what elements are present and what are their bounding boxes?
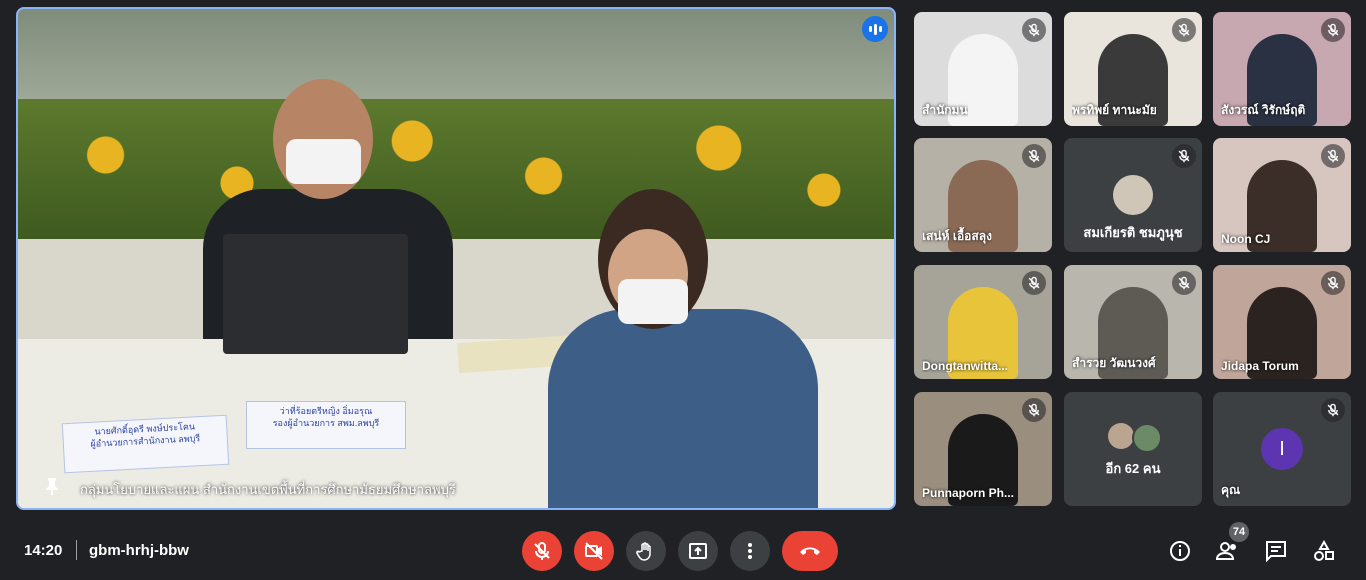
participant-tile-2[interactable]: พรทิพย์ ทานะมัย xyxy=(1064,12,1202,126)
participant-tile-3[interactable]: สังวรณ์ วิรักษ์ฤติ xyxy=(1213,12,1351,126)
main-tile-name: กลุ่มนโยบายและแผน สำนักงานเขตพื้นที่การศ… xyxy=(80,482,456,497)
present-icon xyxy=(689,543,707,559)
participant-tile-4[interactable]: เสน่ห์ เอื้อสลุง xyxy=(914,138,1052,252)
mic-muted-icon xyxy=(1172,271,1196,295)
activities-icon xyxy=(1314,540,1334,561)
mic-muted-icon xyxy=(1022,398,1046,422)
mic-muted-icon xyxy=(1022,18,1046,42)
clock: 14:20 xyxy=(24,542,63,559)
main-video-tile[interactable]: นายศักดิ์อุดรี พงษ์ประโคน ผู้อำนวยการสำน… xyxy=(16,7,896,510)
bottom-bar: 14:20 gbm-hrhj-bbw 74 xyxy=(0,518,1366,580)
raise-hand-button[interactable] xyxy=(626,531,666,571)
nameplate-right-name: ว่าที่ร้อยตรีหญิง อิ่มอรุณ xyxy=(279,406,373,416)
nameplate-right: ว่าที่ร้อยตรีหญิง อิ่มอรุณ รองผู้อำนวยกา… xyxy=(246,401,406,449)
participant-tile-1[interactable]: สำนักมน xyxy=(914,12,1052,126)
meeting-details-button[interactable] xyxy=(1167,538,1193,564)
speaking-indicator-icon xyxy=(862,16,888,42)
mic-muted-icon xyxy=(1172,144,1196,168)
leave-call-button[interactable] xyxy=(782,531,838,571)
nameplate-right-title: รองผู้อำนวยการ สพม.ลพบุรี xyxy=(272,418,380,428)
participant-name: พรทิพย์ ทานะมัย xyxy=(1072,103,1157,117)
microphone-toggle-button[interactable] xyxy=(522,531,562,571)
divider xyxy=(76,540,77,560)
main-video-feed: นายศักดิ์อุดรี พงษ์ประโคน ผู้อำนวยการสำน… xyxy=(18,9,894,508)
avatar: I xyxy=(1261,428,1303,470)
people-icon xyxy=(1216,542,1236,560)
participant-tile-6[interactable]: Noon CJ xyxy=(1213,138,1351,252)
mic-muted-icon xyxy=(1022,271,1046,295)
camera-toggle-button[interactable] xyxy=(574,531,614,571)
mic-muted-icon xyxy=(1321,144,1345,168)
participant-name: สำรวย วัฒนวงศ์ xyxy=(1072,356,1156,370)
participant-name: Punnaporn Ph... xyxy=(922,486,1014,500)
mic-off-icon xyxy=(534,542,550,560)
mic-muted-icon xyxy=(1022,144,1046,168)
hang-up-icon xyxy=(800,547,820,555)
chat-icon xyxy=(1266,541,1286,562)
activities-button[interactable] xyxy=(1311,538,1337,564)
participant-name: Jidapa Torum xyxy=(1221,359,1299,373)
participant-tile-9[interactable]: Jidapa Torum xyxy=(1213,265,1351,379)
hand-icon xyxy=(636,542,651,561)
mic-muted-icon xyxy=(1321,271,1345,295)
mic-muted-icon xyxy=(1321,398,1345,422)
mic-muted-icon xyxy=(1172,18,1196,42)
more-participants-label: อีก 62 คน xyxy=(1105,461,1161,476)
participant-name: สมเกียรติ ชมภูนุช xyxy=(1083,225,1183,240)
participant-tile-7[interactable]: Dongtanwitta... xyxy=(914,265,1052,379)
participant-tile-self[interactable]: I คุณ xyxy=(1213,392,1351,506)
participant-name: สังวรณ์ วิรักษ์ฤติ xyxy=(1221,103,1306,117)
participant-name: คุณ xyxy=(1221,483,1241,497)
participant-tile-more[interactable]: อีก 62 คน xyxy=(1064,392,1202,506)
participant-name: สำนักมน xyxy=(922,103,968,117)
nameplate-left: นายศักดิ์อุดรี พงษ์ประโคน ผู้อำนวยการสำน… xyxy=(61,414,230,474)
present-screen-button[interactable] xyxy=(678,531,718,571)
participant-tile-8[interactable]: สำรวย วัฒนวงศ์ xyxy=(1064,265,1202,379)
avatar xyxy=(1132,423,1162,453)
avatar xyxy=(1113,175,1153,215)
pin-icon[interactable] xyxy=(44,477,60,495)
meeting-code[interactable]: gbm-hrhj-bbw xyxy=(89,542,189,559)
avatar xyxy=(1108,423,1134,449)
more-vert-icon xyxy=(748,543,752,559)
participant-name: Dongtanwitta... xyxy=(922,359,1008,373)
more-options-button[interactable] xyxy=(730,531,770,571)
chat-button[interactable] xyxy=(1263,538,1289,564)
participants-count-badge: 74 xyxy=(1229,522,1249,542)
info-icon xyxy=(1170,541,1190,561)
mic-muted-icon xyxy=(1321,18,1345,42)
participant-name: Noon CJ xyxy=(1221,232,1271,246)
camera-off-icon xyxy=(585,542,603,560)
participant-tile-5[interactable]: สมเกียรติ ชมภูนุช xyxy=(1064,138,1202,252)
participant-name: เสน่ห์ เอื้อสลุง xyxy=(922,229,992,243)
participant-tile-10[interactable]: Punnaporn Ph... xyxy=(914,392,1052,506)
